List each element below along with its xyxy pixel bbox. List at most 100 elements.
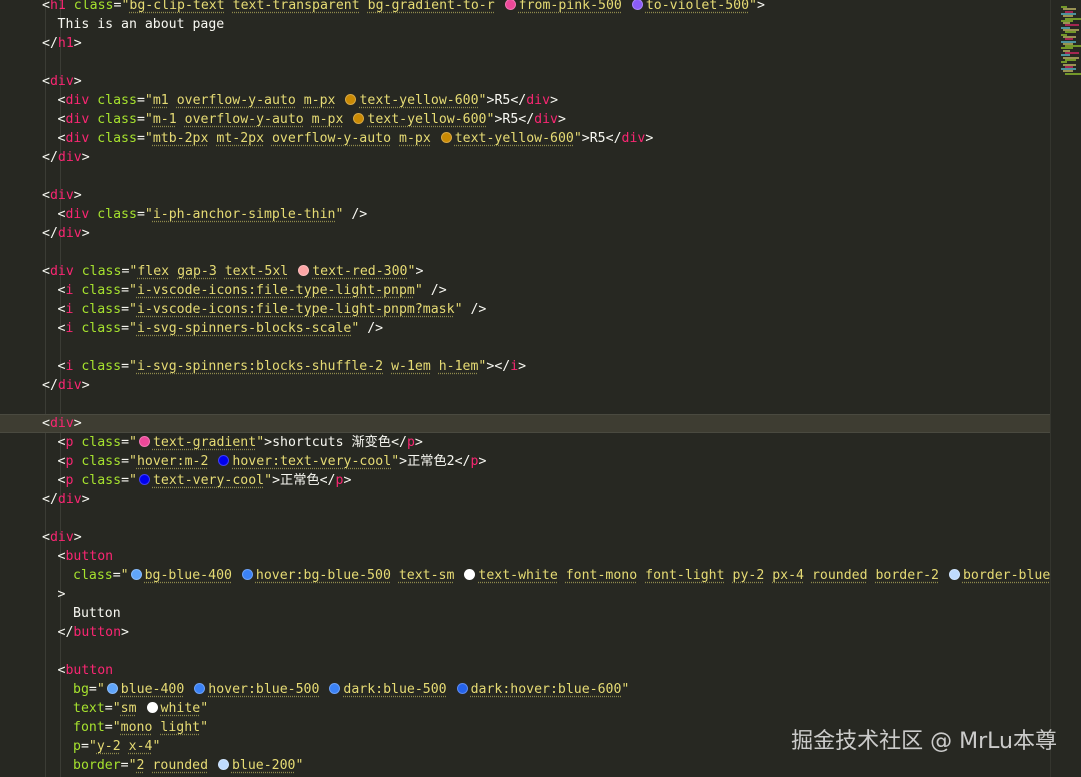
class-token: m-px bbox=[399, 131, 431, 146]
color-swatch-icon[interactable] bbox=[241, 569, 253, 580]
class-token: to-violet-500 bbox=[645, 0, 750, 13]
string-quote bbox=[184, 682, 192, 697]
code-line[interactable] bbox=[0, 243, 1050, 262]
code-line[interactable]: border="2 rounded blue-200" bbox=[0, 756, 1050, 775]
punctuation: > bbox=[414, 435, 423, 450]
punctuation: = bbox=[80, 739, 89, 754]
color-swatch-icon[interactable] bbox=[456, 683, 468, 694]
color-swatch-icon[interactable] bbox=[631, 0, 643, 10]
code-line[interactable] bbox=[0, 167, 1050, 186]
class-token: light bbox=[160, 720, 201, 735]
code-line[interactable] bbox=[0, 338, 1050, 357]
string-quote bbox=[336, 93, 344, 108]
code-line[interactable]: <div> bbox=[0, 72, 1050, 91]
punctuation: /> bbox=[343, 207, 368, 222]
code-line[interactable]: class=" bg-blue-400 hover:bg-blue-500 tex… bbox=[0, 566, 1081, 585]
string-quote bbox=[121, 739, 129, 754]
color-swatch-icon[interactable] bbox=[106, 683, 118, 694]
punctuation: > bbox=[264, 435, 273, 450]
string-quote: " bbox=[88, 739, 97, 754]
attribute-name: class bbox=[81, 283, 122, 298]
color-swatch-icon[interactable] bbox=[440, 132, 452, 143]
class-token: hover:text-very-cool bbox=[232, 454, 392, 469]
code-line[interactable]: <p class=" text-gradient">shortcuts 渐变色</… bbox=[0, 433, 1050, 452]
code-line[interactable] bbox=[0, 642, 1050, 661]
code-line[interactable]: <div> bbox=[0, 528, 1050, 547]
color-swatch-icon[interactable] bbox=[217, 759, 229, 770]
string-quote bbox=[288, 264, 296, 279]
color-swatch-icon[interactable] bbox=[298, 265, 310, 276]
string-quote: " bbox=[295, 758, 304, 773]
code-line[interactable]: <h1 class="bg-clip-text text-transparent… bbox=[0, 0, 1050, 15]
code-line[interactable]: <p class="hover:m-2 hover:text-very-cool… bbox=[0, 452, 1050, 471]
tag-name: h1 bbox=[49, 0, 66, 13]
code-line[interactable]: <p class=" text-very-cool">正常色</p> bbox=[0, 471, 1050, 490]
code-line[interactable] bbox=[0, 53, 1050, 72]
color-swatch-icon[interactable] bbox=[353, 113, 365, 124]
tag-name: div bbox=[49, 74, 74, 89]
code-line[interactable]: </button> bbox=[0, 623, 1050, 642]
code-line[interactable]: <div class="mtb-2px mt-2px overflow-y-au… bbox=[0, 129, 1050, 148]
code-line-text: <p class="hover:m-2 hover:text-very-cool… bbox=[58, 452, 487, 471]
color-swatch-icon[interactable] bbox=[345, 94, 357, 105]
class-token: white bbox=[160, 701, 201, 716]
string-quote: " bbox=[112, 720, 121, 735]
color-swatch-icon[interactable] bbox=[130, 569, 142, 580]
string-quote bbox=[225, 0, 233, 13]
code-line[interactable]: <i class="i-svg-spinners:blocks-shuffle-… bbox=[0, 357, 1050, 376]
code-line[interactable]: <i class="i-vscode-icons:file-type-light… bbox=[0, 281, 1050, 300]
string-quote: " bbox=[200, 720, 209, 735]
code-line[interactable] bbox=[0, 509, 1050, 528]
code-line[interactable]: <i class="i-svg-spinners-blocks-scale" /… bbox=[0, 319, 1050, 338]
code-line[interactable]: </div> bbox=[0, 224, 1050, 243]
punctuation: </ bbox=[605, 131, 622, 146]
color-swatch-icon[interactable] bbox=[194, 683, 206, 694]
code-line[interactable]: </div> bbox=[0, 376, 1050, 395]
code-line[interactable]: text="sm white" bbox=[0, 699, 1050, 718]
string-quote: " bbox=[129, 473, 137, 488]
code-line[interactable]: > bbox=[0, 585, 1050, 604]
class-token: blue-200 bbox=[231, 758, 296, 773]
attribute-name: class bbox=[81, 302, 122, 317]
code-line[interactable]: bg=" blue-400 hover:blue-500 dark:blue-50… bbox=[0, 680, 1050, 699]
code-line[interactable]: Button bbox=[0, 604, 1050, 623]
color-swatch-icon[interactable] bbox=[464, 569, 476, 580]
code-line[interactable]: This is an about page bbox=[0, 15, 1050, 34]
text-content: R5 bbox=[589, 131, 606, 146]
color-swatch-icon[interactable] bbox=[138, 436, 150, 447]
code-line[interactable]: <div class="flex gap-3 text-5xl text-red… bbox=[0, 262, 1050, 281]
class-token: 2 bbox=[136, 758, 145, 773]
color-swatch-icon[interactable] bbox=[504, 0, 516, 10]
code-line[interactable]: <div> bbox=[0, 186, 1050, 205]
code-line[interactable]: </div> bbox=[0, 490, 1050, 509]
minimap[interactable] bbox=[1050, 0, 1081, 777]
string-quote: " bbox=[200, 701, 209, 716]
code-line[interactable]: <div class="m-1 overflow-y-auto m-px tex… bbox=[0, 110, 1050, 129]
color-swatch-icon[interactable] bbox=[138, 474, 150, 485]
string-quote: " bbox=[144, 207, 153, 222]
code-line[interactable]: <div class="i-ph-anchor-simple-thin" /> bbox=[0, 205, 1050, 224]
code-line[interactable] bbox=[0, 395, 1050, 414]
class-token: i-vscode-icons:file-type-light-pnpm bbox=[136, 283, 415, 298]
code-line[interactable]: <button bbox=[0, 547, 1050, 566]
code-line[interactable]: </div> bbox=[0, 148, 1050, 167]
code-editor[interactable]: <h1 class="bg-clip-text text-transparent… bbox=[0, 0, 1081, 777]
code-line[interactable]: <div class="m1 overflow-y-auto m-px text… bbox=[0, 91, 1050, 110]
color-swatch-icon[interactable] bbox=[218, 455, 230, 466]
color-swatch-icon[interactable] bbox=[948, 569, 960, 580]
class-token: i-ph-anchor-simple-thin bbox=[152, 207, 336, 222]
code-line-text: <i class="i-svg-spinners:blocks-shuffle-… bbox=[58, 357, 527, 376]
attribute-name: class bbox=[81, 321, 122, 336]
class-token: mono bbox=[120, 720, 153, 735]
tag-name: div bbox=[526, 93, 551, 108]
code-line-text: <i class="i-vscode-icons:file-type-light… bbox=[58, 300, 487, 319]
code-line[interactable]: </h1> bbox=[0, 34, 1050, 53]
color-swatch-icon[interactable] bbox=[329, 683, 341, 694]
code-line-active[interactable]: <div> bbox=[0, 414, 1050, 433]
text-content: This is an about page bbox=[57, 17, 225, 32]
punctuation: > bbox=[415, 264, 424, 279]
tag-name: div bbox=[57, 150, 82, 165]
code-line[interactable]: <button bbox=[0, 661, 1050, 680]
code-line[interactable]: <i class="i-vscode-icons:file-type-light… bbox=[0, 300, 1050, 319]
color-swatch-icon[interactable] bbox=[146, 702, 158, 713]
